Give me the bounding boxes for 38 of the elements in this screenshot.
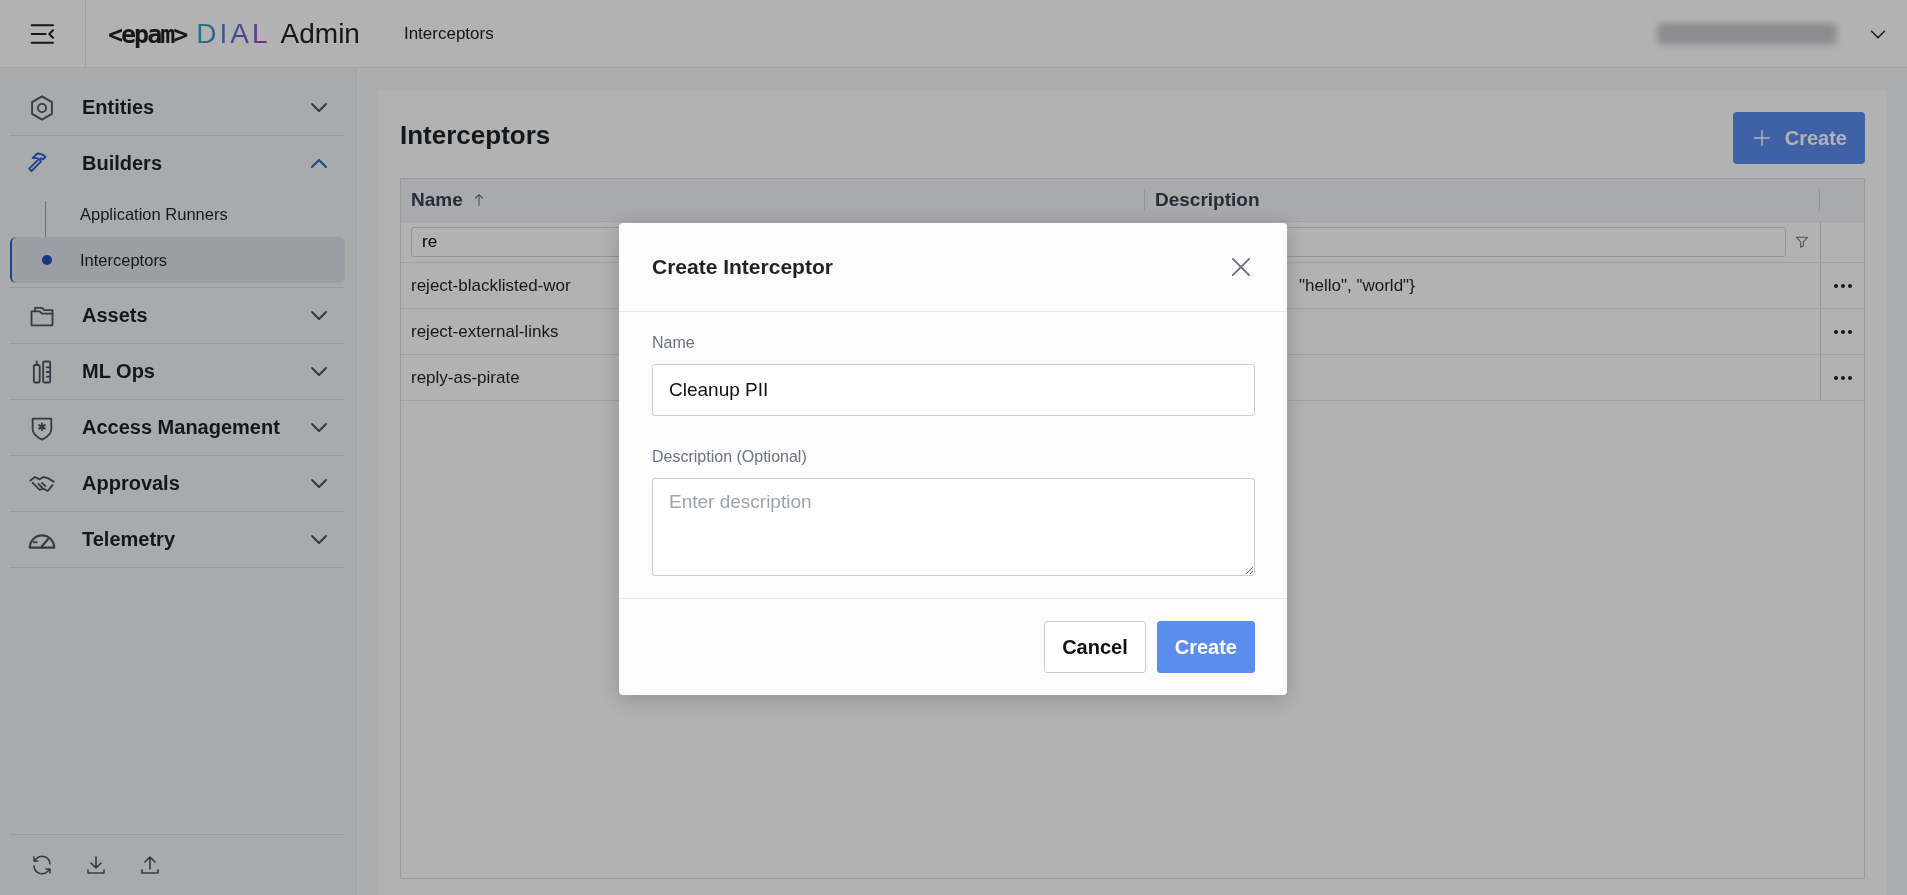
sidebar-group[interactable]: Assets <box>10 288 345 343</box>
table-cell-text: "hello", "world"} <box>1298 275 1416 296</box>
sidebar-group[interactable]: Entities <box>10 80 345 135</box>
row-actions-button[interactable] <box>1833 375 1852 380</box>
upload-icon <box>138 853 162 877</box>
table-cell-text: reject-blacklisted-wor <box>410 275 572 296</box>
sidebar-group[interactable]: Telemetry <box>10 512 345 567</box>
download-icon <box>84 853 108 877</box>
sidebar-group[interactable]: ML Ops <box>10 344 345 399</box>
hexagon-icon <box>28 93 56 122</box>
filter-icon <box>1794 234 1810 250</box>
more-icon <box>1833 375 1852 380</box>
download-button[interactable] <box>84 853 108 877</box>
breadcrumb: Interceptors <box>403 23 494 44</box>
logo-suffix: Admin <box>280 17 360 50</box>
row-actions-button[interactable] <box>1833 329 1852 334</box>
more-icon <box>1833 329 1852 334</box>
sidebar-group[interactable]: Approvals <box>10 456 345 511</box>
refresh-icon <box>30 853 54 877</box>
sidebar-group[interactable]: Access Management <box>10 400 345 455</box>
dialog-title: Create Interceptor <box>652 255 833 279</box>
column-header[interactable]: Name <box>401 189 1145 211</box>
field-label: Name <box>652 334 696 352</box>
page-title: Interceptors <box>400 120 551 151</box>
sidebar-group[interactable]: Builders <box>10 136 345 191</box>
sidebar-item[interactable]: Interceptors <box>10 237 345 283</box>
name-field[interactable]: Cleanup PII <box>652 364 1255 416</box>
sidebar-item[interactable]: Application Runners <box>10 191 345 237</box>
column-header[interactable]: Description <box>1145 189 1820 211</box>
row-actions-button[interactable] <box>1833 283 1852 288</box>
logo-brand: <epam> <box>108 19 187 49</box>
cancel-button[interactable]: Cancel <box>1044 621 1146 673</box>
description-field[interactable]: Enter description <box>652 478 1255 576</box>
table-cell-text: reply-as-pirate <box>410 367 521 388</box>
refresh-button[interactable] <box>30 853 54 877</box>
field-label: Description (Optional) <box>652 448 808 466</box>
more-icon <box>1833 283 1852 288</box>
upload-button[interactable] <box>138 853 162 877</box>
